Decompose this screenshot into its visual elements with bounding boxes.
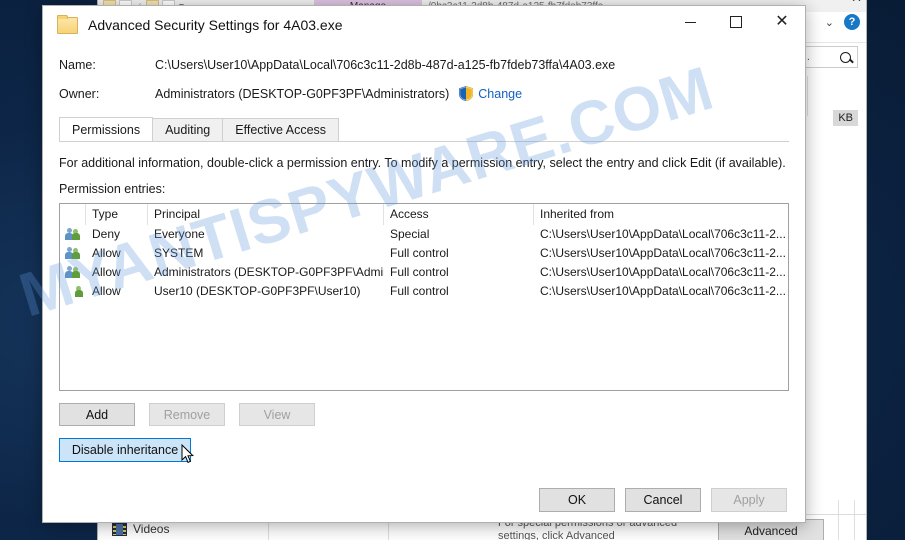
help-icon[interactable]: ? xyxy=(844,14,860,30)
owner-label: Owner: xyxy=(59,86,100,101)
name-field-row: Name: C:\Users\User10\AppData\Local\706c… xyxy=(59,58,789,72)
entry-action-buttons: Add Remove View xyxy=(59,403,789,426)
row-access: Full control xyxy=(390,284,449,298)
inheritance-row: Disable inheritance xyxy=(59,438,789,464)
window-controls: ✕ xyxy=(667,6,805,38)
tab-strip: Permissions Auditing Effective Access xyxy=(59,117,789,142)
owner-field-row: Owner: Administrators (DESKTOP-G0PF3PF\A… xyxy=(59,86,789,101)
search-icon xyxy=(840,51,851,63)
column-header-icon[interactable] xyxy=(60,204,86,225)
row-access: Special xyxy=(390,227,430,241)
tab-effective-access[interactable]: Effective Access xyxy=(222,118,340,141)
uac-shield-icon xyxy=(459,86,474,101)
close-icon: ✕ xyxy=(775,13,789,30)
view-button: View xyxy=(239,403,315,426)
row-principal: Administrators (DESKTOP-G0PF3PF\Admini..… xyxy=(154,265,384,279)
minimize-button[interactable] xyxy=(667,6,713,38)
dialog-footer: OK Cancel Apply xyxy=(43,488,805,512)
tab-permissions[interactable]: Permissions xyxy=(59,117,154,141)
column-header-type[interactable]: Type xyxy=(86,204,148,225)
table-row[interactable]: Allow SYSTEM Full control C:\Users\User1… xyxy=(60,244,788,263)
folder-icon xyxy=(57,14,78,34)
row-inherited: C:\Users\User10\AppData\Local\706c3c11-2… xyxy=(540,227,786,241)
remove-button: Remove xyxy=(149,403,225,426)
row-type: Allow xyxy=(92,284,121,298)
column-header-access[interactable]: Access xyxy=(384,204,534,225)
ok-button[interactable]: OK xyxy=(539,488,615,512)
maximize-button[interactable] xyxy=(713,6,759,38)
explorer-chevron-up-icon[interactable]: ⌃ xyxy=(835,0,844,1)
row-inherited: C:\Users\User10\AppData\Local\706c3c11-2… xyxy=(540,265,786,279)
row-principal: Everyone xyxy=(154,227,205,241)
column-header-principal[interactable]: Principal xyxy=(148,204,384,225)
explorer-vdivider-3 xyxy=(838,500,839,540)
maximize-icon xyxy=(730,16,742,28)
explorer-vdivider-4 xyxy=(854,500,855,540)
row-icon-cell xyxy=(60,263,86,282)
info-text: For additional information, double-click… xyxy=(59,156,786,170)
row-type: Allow xyxy=(92,246,121,260)
row-icon-cell xyxy=(60,244,86,263)
close-button[interactable]: ✕ xyxy=(759,6,805,38)
row-icon-cell xyxy=(60,225,86,244)
owner-value: Administrators (DESKTOP-G0PF3PF\Administ… xyxy=(155,86,450,101)
chevron-down-icon[interactable]: ⌄ xyxy=(825,16,834,29)
row-principal: SYSTEM xyxy=(154,246,204,260)
explorer-separator xyxy=(807,76,808,116)
cancel-button[interactable]: Cancel xyxy=(625,488,701,512)
row-access: Full control xyxy=(390,246,449,260)
row-type: Allow xyxy=(92,265,121,279)
row-type: Deny xyxy=(92,227,121,241)
table-row[interactable]: Deny Everyone Special C:\Users\User10\Ap… xyxy=(60,225,788,244)
permission-entries-label: Permission entries: xyxy=(59,182,166,196)
table-row[interactable]: Allow Administrators (DESKTOP-G0PF3PF\Ad… xyxy=(60,263,788,282)
explorer-close-icon[interactable]: ✕ xyxy=(851,0,862,6)
file-size-badge: KB xyxy=(833,110,858,126)
row-inherited: C:\Users\User10\AppData\Local\706c3c11-2… xyxy=(540,284,786,298)
explorer-window-helpers: ⌄ ? xyxy=(825,14,860,30)
dialog-titlebar: Advanced Security Settings for 4A03.exe … xyxy=(43,6,805,44)
videos-icon xyxy=(112,522,127,536)
row-access: Full control xyxy=(390,265,449,279)
disable-inheritance-button[interactable]: Disable inheritance xyxy=(59,438,191,462)
row-icon-cell xyxy=(60,282,86,301)
apply-button: Apply xyxy=(711,488,787,512)
sidebar-item-label: Videos xyxy=(133,522,170,536)
dialog-title: Advanced Security Settings for 4A03.exe xyxy=(88,17,343,33)
row-inherited: C:\Users\User10\AppData\Local\706c3c11-2… xyxy=(540,246,786,260)
change-owner-link[interactable]: Change xyxy=(478,87,522,101)
name-label: Name: xyxy=(59,58,96,72)
dialog-body: Name: C:\Users\User10\AppData\Local\706c… xyxy=(43,58,805,464)
screen: ✓ ▼ Manage /0bc3c11-2d8b-487d-a125-fb7fd… xyxy=(0,0,905,540)
advanced-security-settings-dialog: Advanced Security Settings for 4A03.exe … xyxy=(42,5,806,523)
permission-entries-list[interactable]: Type Principal Access Inherited from Den… xyxy=(59,203,789,391)
table-row[interactable]: Allow User10 (DESKTOP-G0PF3PF\User10) Fu… xyxy=(60,282,788,301)
minimize-icon xyxy=(684,21,696,23)
table-header-row: Type Principal Access Inherited from xyxy=(60,204,788,225)
tab-auditing[interactable]: Auditing xyxy=(152,118,224,141)
column-header-inherited-from[interactable]: Inherited from xyxy=(534,204,788,225)
sidebar-item-videos[interactable]: Videos xyxy=(112,522,169,536)
name-value: C:\Users\User10\AppData\Local\706c3c11-2… xyxy=(155,58,616,72)
row-principal: User10 (DESKTOP-G0PF3PF\User10) xyxy=(154,284,361,298)
add-button[interactable]: Add xyxy=(59,403,135,426)
